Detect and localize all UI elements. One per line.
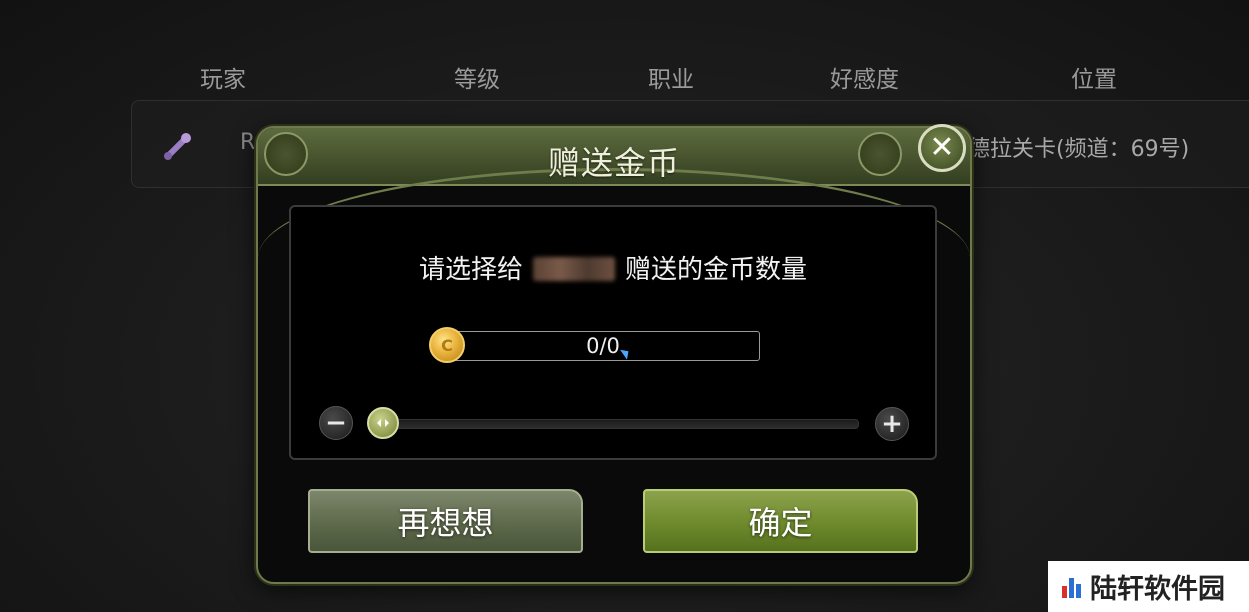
- prompt-prefix: 请选择给: [418, 255, 523, 285]
- blurred-player-name: [533, 257, 615, 281]
- header-player: 玩家: [200, 67, 246, 93]
- coin-amount-display: 0/0: [446, 331, 760, 361]
- decrease-button[interactable]: −: [319, 406, 353, 440]
- dialog-title: 赠送金币: [547, 144, 680, 182]
- site-logo-icon: [1062, 576, 1082, 598]
- header-level: 等级: [454, 67, 500, 93]
- header-favor: 好感度: [830, 67, 899, 93]
- close-icon: ✕: [929, 130, 955, 165]
- watermark: 陆轩软件园: [1048, 561, 1249, 612]
- amount-panel: 请选择给 赠送的金币数量 0/0 C − +: [289, 205, 937, 460]
- sword-icon: [160, 128, 196, 164]
- drag-arrows-icon: [377, 419, 389, 427]
- player-name: R: [240, 130, 256, 155]
- header-class: 职业: [648, 67, 694, 93]
- gift-prompt: 请选择给 赠送的金币数量: [291, 249, 935, 286]
- gold-coin-icon: C: [429, 327, 465, 363]
- player-location: 德拉关卡(频道：69号): [968, 137, 1190, 162]
- slider-handle[interactable]: [367, 407, 399, 439]
- increase-button[interactable]: +: [875, 407, 909, 441]
- prompt-suffix: 赠送的金币数量: [625, 255, 808, 285]
- amount-slider[interactable]: [381, 419, 859, 429]
- close-button[interactable]: ✕: [918, 124, 966, 172]
- confirm-button[interactable]: 确定: [643, 489, 918, 553]
- cancel-button[interactable]: 再想想: [308, 489, 583, 553]
- header-location: 位置: [1071, 67, 1117, 93]
- watermark-text: 陆轩软件园: [1090, 574, 1225, 605]
- gift-coins-dialog: 赠送金币 请选择给 赠送的金币数量 0/0 C − + 再想想 确定: [256, 126, 972, 584]
